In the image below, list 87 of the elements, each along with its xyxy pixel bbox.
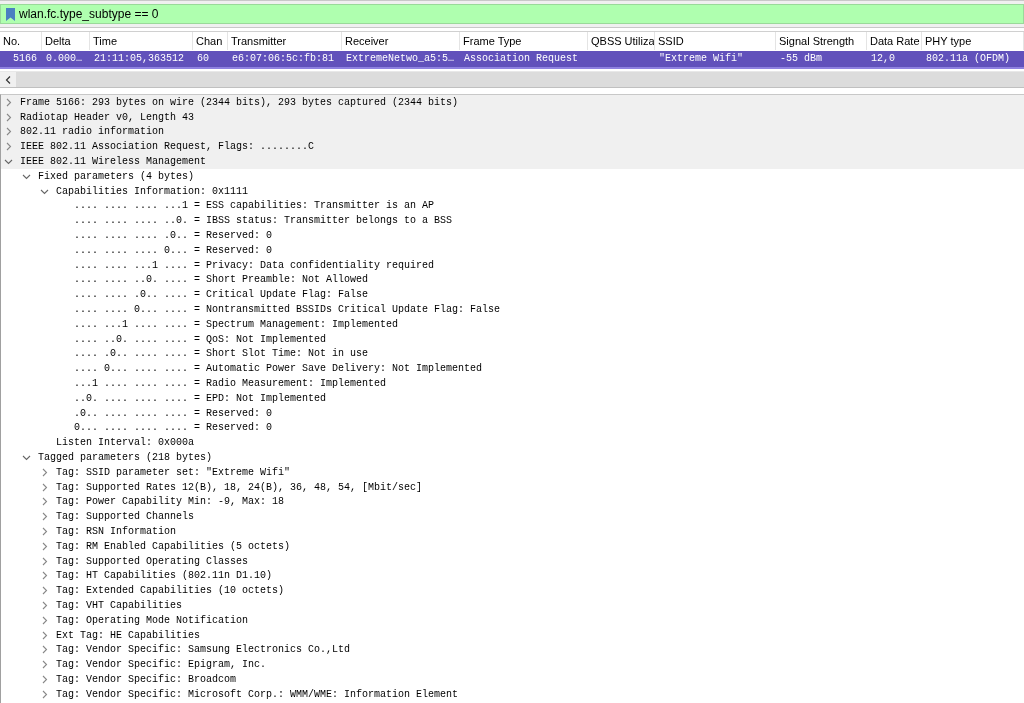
tree-item[interactable]: Capabilities Information: 0x1111	[56, 185, 249, 197]
tree-item[interactable]: Tag: RSN Information	[56, 526, 177, 537]
tree-item[interactable]: Tag: Operating Mode Notification	[56, 614, 249, 626]
tree-item[interactable]: Tagged parameters (218 bytes)	[38, 452, 213, 463]
packet-row[interactable]: 5166 0.000… 21:11:05,363512 60 e6:07:06:5c:fb:81 ExtremeNetwo_a5:5… Association Request "Extreme Wifi" -55 dBm 12,0 802.11a (OFDM)	[0, 51, 1024, 69]
chevron-right-icon[interactable]	[40, 586, 49, 596]
tree-item[interactable]: Radiotap Header v0, Length 43	[20, 111, 195, 123]
chevron-right-icon[interactable]	[4, 112, 13, 122]
tree-item[interactable]: Listen Interval: 0x000a	[56, 437, 195, 449]
tree-item[interactable]: IEEE 802.11 Wireless Management	[20, 156, 207, 168]
tree-item[interactable]: 802.11 radio information	[20, 126, 165, 138]
chevron-right-icon[interactable]	[40, 467, 49, 477]
horizontal-scrollbar[interactable]	[0, 71, 1024, 88]
tree-item[interactable]: .... .... .... .0.. = Reserved: 0	[74, 230, 273, 242]
tree-item[interactable]: .... ...1 .... .... = Spectrum Management: Implemented	[74, 318, 399, 330]
tree-item[interactable]: .... .... .0.. .... = Critical Update Flag: False	[74, 289, 369, 301]
column-header[interactable]: Data Rate	[867, 32, 922, 50]
column-header[interactable]: Receiver	[342, 32, 460, 50]
tree-item[interactable]: .... .0.. .... .... = Short Slot Time: Not in use	[74, 348, 369, 360]
table-cell-text: 802.11a (OFDM)	[925, 52, 1011, 66]
tree-item[interactable]: Tag: Supported Rates 12(B), 18, 24(B), 36, 48, 54, [Mbit/sec]	[56, 481, 423, 493]
chevron-right-icon[interactable]	[40, 571, 49, 581]
chevron-right-icon[interactable]	[40, 645, 49, 655]
chevron-right-icon[interactable]	[40, 482, 49, 492]
chevron-right-icon[interactable]	[40, 527, 49, 536]
chevron-right-icon[interactable]	[4, 97, 13, 107]
tree-item[interactable]: .... .... .... 0... = Reserved: 0	[74, 244, 273, 256]
tree-item[interactable]: .0.. .... .... .... = Reserved: 0	[74, 407, 273, 419]
tree-item[interactable]: .... .... ...1 .... = Privacy: Data confidentiality required	[74, 259, 435, 271]
table-cell-text: ExtremeNetwo_a5:5…	[345, 52, 456, 66]
chevron-right-icon[interactable]	[40, 674, 49, 684]
table-cell-text: 60	[196, 52, 210, 66]
tree-item[interactable]: Tag: Vendor Specific: Broadcom	[56, 673, 237, 685]
table-cell-text: e6:07:06:5c:fb:81	[231, 52, 336, 66]
table-cell-text: 12,0	[870, 52, 896, 66]
table-cell-text: 5166	[12, 52, 38, 66]
tree-item[interactable]: .... 0... .... .... = Automatic Power Save Delivery: Not Implemented	[74, 363, 483, 375]
tree-item[interactable]: .... .... ..0. .... = Short Preamble: Not Allowed	[74, 274, 369, 286]
chevron-right-icon[interactable]	[40, 497, 49, 507]
table-cell-text: -55 dBm	[779, 52, 823, 66]
column-header[interactable]: Signal Strength	[776, 32, 867, 50]
chevron-right-icon[interactable]	[40, 541, 49, 551]
chevron-right-icon[interactable]	[40, 512, 49, 522]
column-header[interactable]: SSID	[655, 32, 776, 50]
column-header[interactable]: Transmitter	[228, 32, 342, 50]
table-cell-text: 0.000…	[45, 52, 83, 66]
tree-item[interactable]: .... ..0. .... .... = QoS: Not Implemented	[74, 333, 327, 345]
tree-item[interactable]: Tag: Power Capability Min: -9, Max: 18	[56, 496, 285, 508]
column-header[interactable]: QBSS Utiliza	[588, 32, 655, 50]
column-header[interactable]: Delta	[42, 32, 90, 50]
column-header[interactable]: Frame Type	[460, 32, 588, 50]
tree-item[interactable]: ..0. .... .... .... = EPD: Not Implemented	[74, 392, 327, 404]
chevron-right-icon[interactable]	[4, 142, 13, 152]
table-cell-text: Association Request	[463, 52, 580, 66]
column-header[interactable]: PHY type	[922, 32, 1024, 50]
tree-item[interactable]: .... .... .... ..0. = IBSS status: Transmitter belongs to a BSS	[74, 215, 453, 227]
tree-item[interactable]: Ext Tag: HE Capabilities	[56, 629, 201, 641]
chevron-right-icon[interactable]	[40, 601, 49, 610]
chevron-down-icon[interactable]	[4, 157, 13, 167]
column-header[interactable]: Time	[90, 32, 193, 50]
tree-item[interactable]: Tag: Supported Operating Classes	[56, 555, 249, 567]
chevron-right-icon[interactable]	[40, 660, 49, 670]
tree-item[interactable]: Tag: Vendor Specific: Microsoft Corp.: WMM/WME: Information Element	[56, 688, 459, 700]
tree-item[interactable]: Tag: RM Enabled Capabilities (5 octets)	[56, 540, 291, 552]
tree-item[interactable]: Tag: SSID parameter set: "Extreme Wifi"	[56, 466, 291, 478]
tree-item[interactable]: Tag: Supported Channels	[56, 511, 195, 523]
table-cell-text: "Extreme Wifi"	[658, 52, 744, 66]
tree-item[interactable]: Tag: Vendor Specific: Epigram, Inc.	[56, 659, 267, 671]
tree-item[interactable]: .... .... .... ...1 = ESS capabilities: Transmitter is an AP	[74, 200, 435, 212]
tree-item[interactable]: 0... .... .... .... = Reserved: 0	[74, 422, 273, 434]
tree-item[interactable]: Fixed parameters (4 bytes)	[38, 170, 195, 182]
chevron-right-icon[interactable]	[40, 556, 49, 566]
chevron-left-icon[interactable]	[5, 75, 11, 84]
chevron-right-icon[interactable]	[40, 615, 49, 625]
tree-item[interactable]: Tag: VHT Capabilities	[56, 600, 183, 611]
tree-item[interactable]: Tag: Extended Capabilities (10 octets)	[56, 585, 285, 597]
table-cell-text: 21:11:05,363512	[93, 52, 185, 66]
tree-item[interactable]: ...1 .... .... .... = Radio Measurement: Implemented	[74, 378, 387, 390]
chevron-right-icon[interactable]	[40, 689, 49, 699]
column-header[interactable]: No.	[0, 32, 42, 50]
tree-item[interactable]: .... .... 0... .... = Nontransmitted BSSIDs Critical Update Flag: False	[74, 304, 501, 316]
column-header[interactable]: Chan	[193, 32, 228, 50]
tree-item[interactable]: Tag: Vendor Specific: Samsung Electronics Co.,Ltd	[56, 644, 351, 656]
chevron-right-icon[interactable]	[40, 630, 49, 640]
chevron-down-icon[interactable]	[22, 453, 31, 462]
chevron-right-icon[interactable]	[4, 127, 13, 137]
tree-item[interactable]: Tag: HT Capabilities (802.11n D1.10)	[56, 570, 273, 582]
